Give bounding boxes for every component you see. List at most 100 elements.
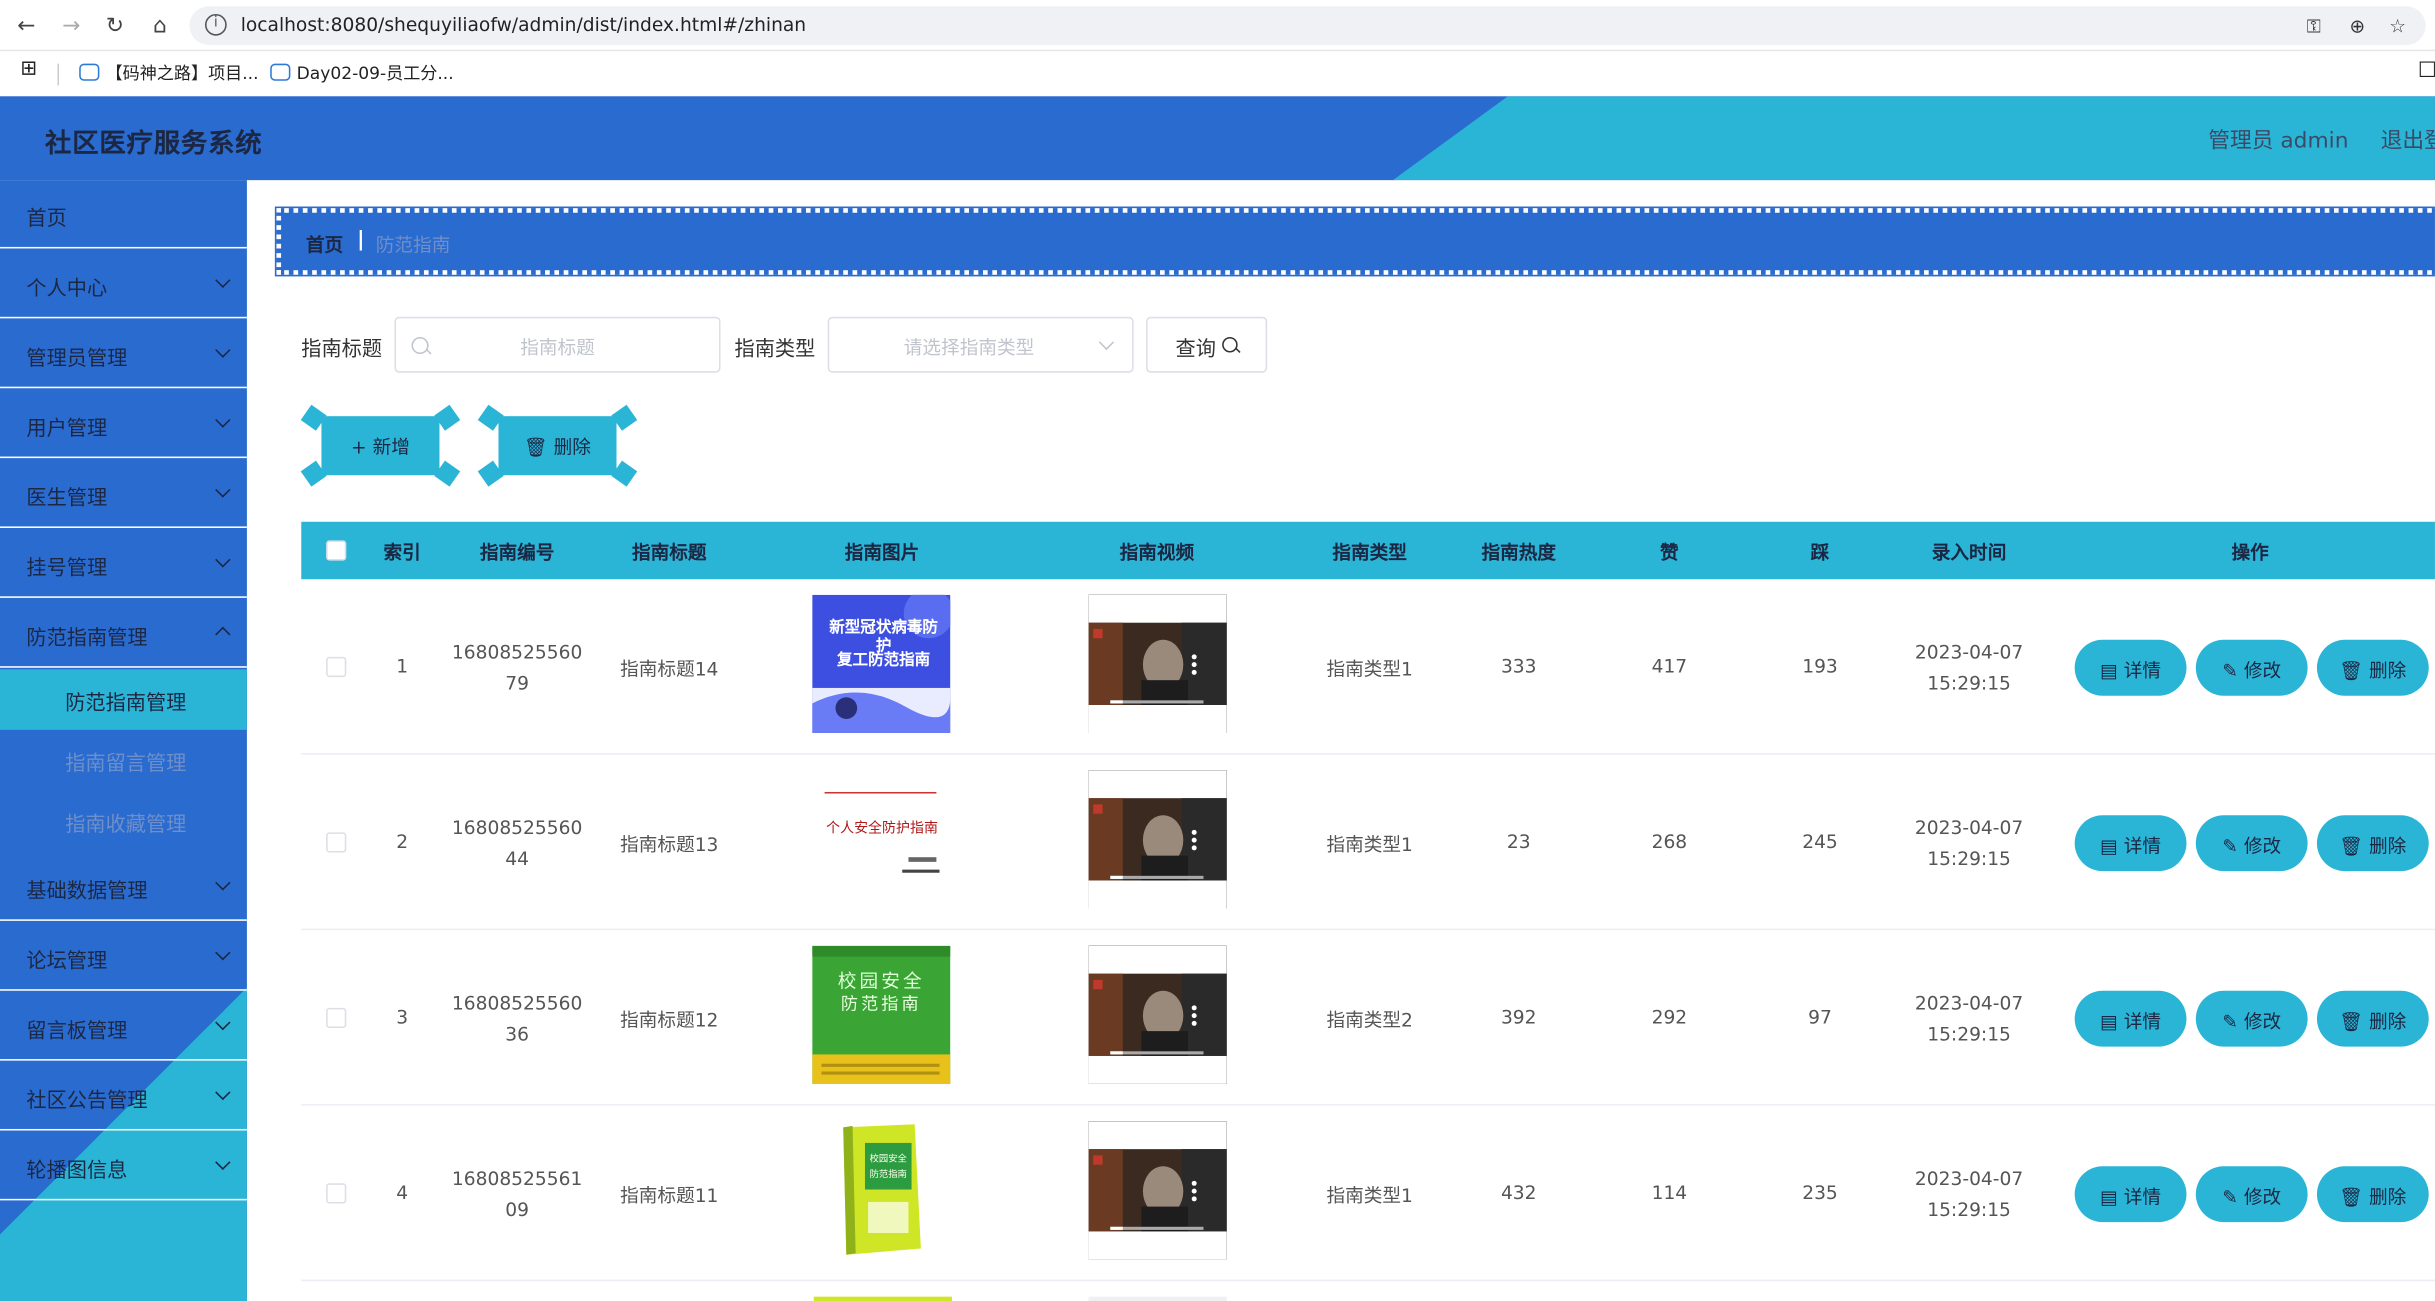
- delete-button[interactable]: 🗑 删除: [2318, 992, 2428, 1046]
- entry-date: 2023-04-07: [1914, 641, 2024, 664]
- sidebar-subitem[interactable]: 指南留言管理: [0, 730, 247, 791]
- apps-grid-icon[interactable]: ⊞: [20, 57, 37, 80]
- trash-icon: 🗑: [2339, 835, 2364, 858]
- column-header[interactable]: 操作: [2157, 539, 2343, 565]
- guide-image[interactable]: 校园安全 防范指南: [812, 1121, 951, 1260]
- title-search-input[interactable]: 指南标题: [394, 316, 721, 373]
- sidebar-item[interactable]: 管理员管理: [0, 320, 247, 389]
- header-accent-shape: [1392, 96, 2435, 181]
- guide-video-player[interactable]: [1088, 945, 1227, 1084]
- sidebar-item[interactable]: 轮播图信息: [0, 1132, 247, 1201]
- guide-image[interactable]: 新型冠状病毒防护 复工防范指南: [812, 594, 951, 733]
- row-checkbox[interactable]: [326, 1183, 347, 1204]
- sidebar-item[interactable]: 基础数据管理: [0, 853, 247, 921]
- sidebar-item-label: 医生管理: [26, 487, 108, 511]
- sidebar-item[interactable]: 医生管理: [0, 460, 247, 528]
- folder-icon[interactable]: □: [2418, 57, 2435, 80]
- current-user: 管理员 admin: [2208, 128, 2349, 154]
- guide-video-player[interactable]: [1088, 770, 1227, 909]
- detail-button[interactable]: ▤ 详情: [2076, 816, 2185, 870]
- detail-button-text: 详情: [2123, 659, 2162, 682]
- sidebar-subitem[interactable]: 防范指南管理: [0, 669, 247, 730]
- sidebar-item-label: 防范指南管理: [26, 627, 148, 651]
- row-checkbox[interactable]: [326, 1007, 347, 1029]
- detail-button[interactable]: ▤ 详情: [2076, 641, 2185, 695]
- table-row: 4 16808525561 09 指南标题11 校园安全 防范指南 指南类型1 432 114 2…: [301, 1106, 2435, 1282]
- bookmark-item[interactable]: Day02-09-员工分...: [270, 61, 454, 86]
- sidebar-item[interactable]: 社区公告管理: [0, 1062, 247, 1131]
- sidebar-subitem[interactable]: 指南收藏管理: [0, 790, 247, 851]
- edit-button[interactable]: ✎ 修改: [2197, 992, 2307, 1046]
- table-header: 索引 指南编号 指南标题 指南图片 指南视频 指南类型 指南热度赞踩录入时间 操作: [301, 521, 2435, 580]
- trash-icon: 🗑: [2339, 1186, 2364, 1209]
- row-checkbox[interactable]: [326, 656, 347, 678]
- edit-icon: ✎: [2222, 659, 2238, 682]
- bookmark-label: 【码神之路】项目...: [105, 63, 259, 84]
- forward-icon[interactable]: →: [57, 12, 85, 40]
- sidebar-item[interactable]: 防范指南管理: [0, 599, 247, 668]
- edit-button-text: 修改: [2243, 659, 2282, 682]
- bookmark-star-icon[interactable]: ☆: [2385, 14, 2410, 39]
- title-input-placeholder: 指南标题: [520, 336, 595, 359]
- address-bar[interactable]: i localhost:8080/shequyiliaofw/admin/dis…: [189, 6, 2426, 46]
- batch-delete-button[interactable]: 🗑 删除: [477, 404, 638, 487]
- logout-link[interactable]: 退出登: [2381, 124, 2435, 155]
- edit-button[interactable]: ✎ 修改: [2197, 1167, 2307, 1221]
- sidebar-item[interactable]: 首页: [0, 180, 247, 249]
- guide-image[interactable]: 个人安全防护指南: [812, 770, 951, 909]
- button-corner-decoration: [477, 460, 504, 487]
- row-checkbox[interactable]: [326, 832, 347, 853]
- site-info-icon[interactable]: i: [204, 13, 227, 36]
- edit-button[interactable]: ✎ 修改: [2197, 816, 2307, 870]
- add-button-label: + 新增: [351, 436, 410, 459]
- reload-icon[interactable]: ↻: [101, 12, 129, 40]
- add-button[interactable]: + 新增: [300, 404, 461, 487]
- home-icon[interactable]: ⌂: [146, 12, 174, 40]
- column-header[interactable]: 指南图片: [789, 539, 975, 565]
- button-corner-decoration: [300, 404, 327, 431]
- delete-button-label: 🗑 删除: [2322, 657, 2424, 683]
- sidebar-item[interactable]: 用户管理: [0, 390, 247, 459]
- query-button[interactable]: 查询: [1146, 316, 1268, 373]
- delete-button[interactable]: 🗑 删除: [2318, 641, 2428, 695]
- column-header[interactable]: 指南视频: [1064, 539, 1250, 565]
- delete-button[interactable]: 🗑 删除: [2318, 1167, 2428, 1221]
- edit-button-label: ✎ 修改: [2200, 1008, 2302, 1034]
- guide-image[interactable]: 校园安全 防范指南: [812, 945, 951, 1084]
- detail-button[interactable]: ▤ 详情: [2076, 1167, 2185, 1221]
- bilibili-icon: [270, 63, 291, 81]
- image-text: 个人安全防护指南: [826, 821, 938, 838]
- edit-button[interactable]: ✎ 修改: [2197, 641, 2307, 695]
- column-header[interactable]: 指南标题: [576, 539, 762, 565]
- zoom-icon[interactable]: ⊕: [2345, 14, 2370, 39]
- entry-date: 2023-04-07: [1914, 816, 2024, 839]
- column-header[interactable]: 录入时间: [1876, 539, 2062, 565]
- entry-time: 2023-04-07 15:29:15: [1876, 1163, 2062, 1225]
- back-icon[interactable]: ←: [12, 12, 40, 40]
- chevron-down-icon: [215, 1084, 231, 1101]
- breadcrumb-home[interactable]: 首页: [306, 231, 343, 257]
- guide-heat: 432: [1500, 1181, 1537, 1204]
- sidebar-item[interactable]: 个人中心: [0, 250, 247, 319]
- edit-button-text: 修改: [2243, 1186, 2282, 1209]
- sidebar-subitem-label: 指南收藏管理: [65, 813, 187, 838]
- table-row: 2 16808525560 44 指南标题13 个人安全防护指南 指南类型1 23 268 24…: [301, 755, 2435, 931]
- sidebar-item[interactable]: 挂号管理: [0, 530, 247, 598]
- type-select[interactable]: 请选择指南类型: [827, 316, 1134, 373]
- guide-type: 指南类型2: [1326, 1009, 1413, 1032]
- image-text: 复工防范指南: [837, 652, 931, 670]
- bookmark-item[interactable]: 【码神之路】项目...: [79, 61, 259, 86]
- guide-video-player[interactable]: [1088, 594, 1227, 733]
- guide-video-player[interactable]: [1088, 1121, 1227, 1260]
- sidebar-item[interactable]: 留言板管理: [0, 992, 247, 1061]
- entry-date: 2023-04-07: [1914, 992, 2024, 1015]
- button-corner-decoration: [611, 404, 638, 431]
- sidebar-item[interactable]: 论坛管理: [0, 922, 247, 991]
- next-row-image-peek: [813, 1296, 952, 1301]
- guide-dislikes: 97: [1808, 1006, 1832, 1029]
- password-key-icon[interactable]: ⚿: [2301, 14, 2326, 39]
- detail-button[interactable]: ▤ 详情: [2076, 992, 2185, 1046]
- type-select-placeholder: 请选择指南类型: [903, 336, 1035, 359]
- delete-button[interactable]: 🗑 删除: [2318, 816, 2428, 870]
- app-header: 社区医疗服务系统 管理员 admin 退出登: [0, 96, 2435, 181]
